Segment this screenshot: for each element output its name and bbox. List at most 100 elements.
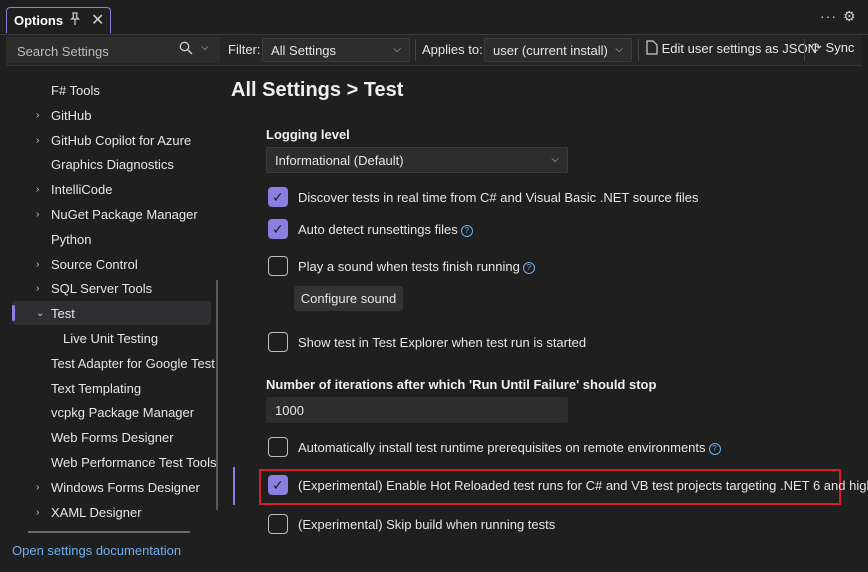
sidebar-item-sql-server-tools[interactable]: › SQL Server Tools — [0, 276, 215, 301]
sidebar-item-test-adapter-for-google-test[interactable]: Test Adapter for Google Test — [0, 351, 215, 376]
checkbox[interactable]: ✓ — [268, 475, 288, 495]
pin-icon[interactable] — [69, 12, 81, 29]
sidebar-item-windows-forms-designer[interactable]: › Windows Forms Designer — [0, 475, 215, 500]
tab-options[interactable]: Options ✕ — [6, 7, 111, 33]
checkbox[interactable]: ✓ — [268, 187, 288, 207]
search-icon[interactable] — [179, 41, 193, 58]
chevron-right-icon[interactable]: › — [36, 103, 39, 128]
sidebar-item-label: Test Adapter for Google Test — [51, 355, 215, 371]
sidebar-item-label: Test — [51, 306, 75, 322]
checkbox[interactable] — [268, 437, 288, 457]
close-icon[interactable]: ✕ — [91, 10, 104, 30]
sidebar-item-label: Live Unit Testing — [63, 330, 159, 346]
help-icon[interactable]: ? — [460, 225, 473, 237]
sidebar-item-graphics-diagnostics[interactable]: Graphics Diagnostics — [0, 152, 215, 177]
sidebar-item-label: Source Control — [51, 256, 138, 272]
divider — [804, 39, 805, 61]
sidebar-item-source-control[interactable]: › Source Control — [0, 252, 215, 277]
sidebar-item-label: Windows Forms Designer — [51, 479, 200, 495]
sidebar-item-label: Python — [51, 231, 92, 247]
settings-documentation-link[interactable]: Open settings documentation — [12, 543, 181, 558]
sidebar-item-github-copilot-for-azure[interactable]: › GitHub Copilot for Azure — [0, 128, 215, 153]
applies-select[interactable]: user (current install) ⌵ — [484, 38, 632, 62]
chevron-right-icon[interactable]: › — [36, 252, 39, 277]
page-title: All Settings > Test — [231, 79, 404, 101]
filter-select[interactable]: All Settings ⌵ — [262, 38, 410, 62]
sidebar-item-f-tools[interactable]: F# Tools — [0, 78, 215, 103]
document-icon — [646, 40, 658, 55]
help-icon[interactable]: ? — [708, 443, 721, 455]
sidebar-item-test[interactable]: ⌄ Test — [0, 301, 215, 326]
chevron-down-icon: ⌵ — [393, 44, 401, 55]
sync-icon: ⟳ — [811, 40, 822, 55]
more-icon[interactable]: ··· — [820, 8, 837, 24]
divider — [638, 39, 639, 61]
applies-label: Applies to: — [422, 42, 483, 57]
edit-json-label: Edit user settings as JSON — [661, 41, 817, 56]
sidebar-item-vcpkg-package-manager[interactable]: vcpkg Package Manager — [0, 400, 215, 425]
focus-indicator — [233, 467, 235, 505]
divider — [415, 39, 416, 61]
filter-label: Filter: — [228, 42, 261, 57]
option-label: Play a sound when tests finish running — [298, 259, 520, 274]
sidebar-item-label: Graphics Diagnostics — [51, 157, 174, 173]
configure-sound-button[interactable]: Configure sound — [294, 286, 403, 311]
filter-value: All Settings — [271, 43, 337, 58]
sidebar-item-label: F# Tools — [51, 83, 100, 98]
sidebar-item-label: Web Forms Designer — [51, 430, 174, 446]
sidebar-item-label: GitHub — [51, 107, 92, 123]
sidebar-item-github[interactable]: › GitHub — [0, 103, 215, 128]
sidebar-item-python[interactable]: Python — [0, 227, 215, 252]
chevron-right-icon[interactable]: › — [36, 128, 39, 153]
sidebar-item-label: NuGet Package Manager — [51, 206, 198, 222]
logging-level-value: Informational (Default) — [275, 153, 404, 168]
option-label: (Experimental) Skip build when running t… — [298, 517, 556, 532]
help-icon[interactable]: ? — [522, 262, 535, 274]
logging-level-label: Logging level — [266, 127, 350, 142]
sidebar-item-nuget-package-manager[interactable]: › NuGet Package Manager — [0, 202, 215, 227]
chevron-down-icon[interactable]: ⌵ — [201, 42, 209, 53]
chevron-down-icon: ⌵ — [615, 44, 623, 55]
tab-title: Options — [14, 13, 64, 28]
sidebar-item-web-performance-test-tools[interactable]: Web Performance Test Tools — [0, 450, 217, 475]
tab-strip — [0, 0, 868, 35]
sync-button[interactable]: ⟳ Sync — [811, 40, 854, 60]
chevron-right-icon[interactable]: › — [36, 475, 39, 500]
option-label: Automatically install test runtime prere… — [298, 440, 706, 455]
chevron-right-icon[interactable]: › — [36, 500, 39, 525]
logging-level-select[interactable]: Informational (Default) ⌵ — [266, 147, 568, 173]
sidebar-item-label: GitHub Copilot for Azure — [51, 132, 192, 148]
settings-tree: F# Tools › GitHub › GitHub Copilot for Azure… — [0, 78, 217, 525]
iterations-value: 1000 — [275, 403, 304, 418]
chevron-right-icon[interactable]: › — [36, 276, 39, 301]
checkbox[interactable] — [268, 332, 288, 352]
option-label: Auto detect runsettings files — [298, 222, 458, 237]
chevron-down-icon[interactable]: ⌄ — [36, 301, 44, 326]
iterations-label: Number of iterations after which 'Run Un… — [266, 377, 657, 392]
search-placeholder: Search Settings — [17, 44, 109, 59]
horizontal-scrollbar[interactable] — [28, 531, 190, 533]
sidebar-item-label: XAML Designer — [51, 504, 142, 520]
sidebar-item-label: Web Performance Test Tools — [51, 454, 217, 470]
search-input[interactable]: Search Settings ⌵ — [6, 37, 220, 63]
sidebar-item-web-forms-designer[interactable]: Web Forms Designer — [0, 425, 215, 450]
checkbox[interactable] — [268, 256, 288, 276]
checkbox[interactable]: ✓ — [268, 219, 288, 239]
checkbox[interactable] — [268, 514, 288, 534]
chevron-right-icon[interactable]: › — [36, 177, 39, 202]
chevron-right-icon[interactable]: › — [36, 202, 39, 227]
sidebar-item-label: IntelliCode — [51, 182, 113, 198]
vertical-scrollbar[interactable] — [216, 280, 218, 510]
edit-json-button[interactable]: Edit user settings as JSON — [646, 40, 817, 60]
sidebar-item-live-unit-testing[interactable]: Live Unit Testing — [0, 326, 215, 351]
sidebar-item-xaml-designer[interactable]: › XAML Designer — [0, 500, 215, 525]
sidebar-item-text-templating[interactable]: Text Templating — [0, 376, 215, 401]
option-label: Show test in Test Explorer when test run… — [298, 335, 587, 350]
applies-value: user (current install) — [493, 43, 608, 58]
iterations-input[interactable]: 1000 — [266, 397, 568, 423]
sidebar-item-label: SQL Server Tools — [51, 281, 153, 297]
sidebar-item-intellicode[interactable]: › IntelliCode — [0, 177, 215, 202]
option-label: (Experimental) Enable Hot Reloaded test … — [298, 478, 868, 493]
gear-icon[interactable]: ⚙ — [843, 8, 856, 25]
option-label: Discover tests in real time from C# and … — [298, 190, 699, 205]
